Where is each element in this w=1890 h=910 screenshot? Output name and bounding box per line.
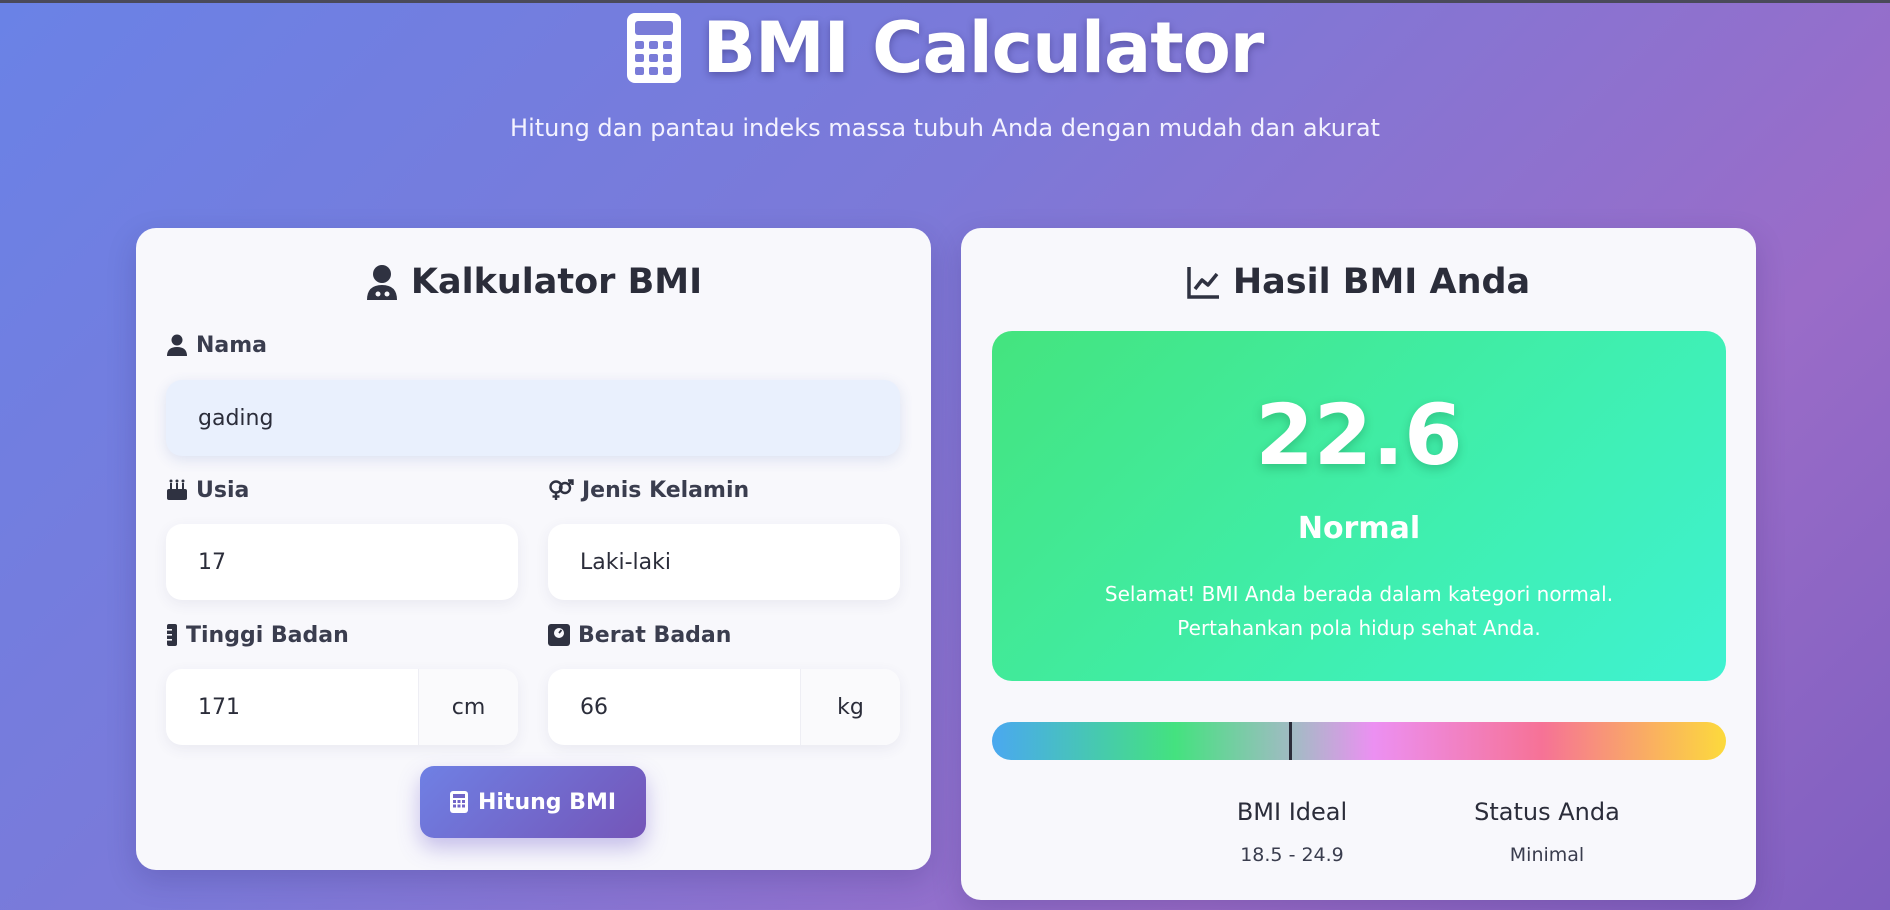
gender-label: Jenis Kelamin — [548, 475, 749, 505]
page-title: BMI Calculator — [0, 7, 1890, 89]
calculator-icon — [449, 791, 468, 813]
name-label-text: Nama — [196, 332, 268, 358]
age-label: Usia — [166, 475, 249, 505]
gender-label-text: Jenis Kelamin — [582, 477, 750, 503]
calculator-card-title: Kalkulator BMI — [136, 258, 931, 306]
height-label-text: Tinggi Badan — [186, 622, 349, 648]
age-label-text: Usia — [196, 477, 250, 503]
bmi-message-line-2: Pertahankan pola hidup sehat Anda. — [1177, 616, 1541, 640]
chart-line-icon — [1187, 267, 1219, 299]
name-input[interactable]: gading — [166, 380, 900, 456]
bmi-scale-bar — [992, 722, 1726, 760]
result-card-title-text: Hasil BMI Anda — [1232, 262, 1531, 302]
page-subtitle: Hitung dan pantau indeks massa tubuh And… — [510, 114, 1380, 142]
bmi-message: Selamat! BMI Anda berada dalam kategori … — [1072, 577, 1646, 645]
bmi-value: 22.6 — [1255, 386, 1463, 484]
height-label: Tinggi Badan — [166, 620, 349, 650]
weight-input[interactable]: 66 kg — [548, 669, 900, 745]
calculate-bmi-button-label: Hitung BMI — [477, 789, 617, 815]
weight-label: Berat Badan — [548, 620, 731, 650]
ruler-icon — [167, 624, 177, 646]
gender-icon — [549, 479, 574, 500]
window-top-border — [0, 0, 1890, 3]
name-input-value: gading — [198, 405, 274, 431]
weight-input-value: 66 — [580, 694, 608, 720]
height-input-value: 171 — [198, 694, 240, 720]
cake-icon — [167, 479, 187, 500]
bmi-result-box: 22.6 Normal Selamat! BMI Anda berada dal… — [992, 331, 1726, 681]
result-card: Hasil BMI Anda 22.6 Normal Selamat! BMI … — [961, 228, 1756, 900]
age-input[interactable]: 17 — [166, 524, 518, 600]
bmi-scale-marker — [1288, 722, 1292, 760]
height-unit: cm — [418, 669, 518, 745]
weight-scale-icon — [548, 624, 570, 646]
status-label: Status Anda — [1474, 798, 1620, 826]
result-card-title: Hasil BMI Anda — [961, 258, 1756, 306]
calculator-icon — [626, 13, 681, 83]
bmi-category: Normal — [1297, 511, 1421, 546]
gender-select-value: Laki-laki — [580, 549, 671, 575]
calculate-bmi-button[interactable]: Hitung BMI — [420, 766, 646, 838]
gender-select[interactable]: Laki-laki — [548, 524, 900, 600]
calculator-card: Kalkulator BMI Nama gading Usia 17 Jenis… — [136, 228, 931, 870]
calculator-card-title-text: Kalkulator BMI — [410, 262, 703, 302]
name-label: Nama — [166, 330, 267, 360]
status-value: Minimal — [1509, 844, 1585, 866]
age-input-value: 17 — [198, 549, 226, 575]
user-icon — [167, 334, 187, 356]
user-doctor-icon — [366, 265, 397, 300]
weight-label-text: Berat Badan — [578, 622, 732, 648]
bmi-message-line-1: Selamat! BMI Anda berada dalam kategori … — [1104, 582, 1614, 606]
weight-unit: kg — [800, 669, 900, 745]
height-input[interactable]: 171 cm — [166, 669, 518, 745]
page-title-text: BMI Calculator — [702, 7, 1265, 89]
